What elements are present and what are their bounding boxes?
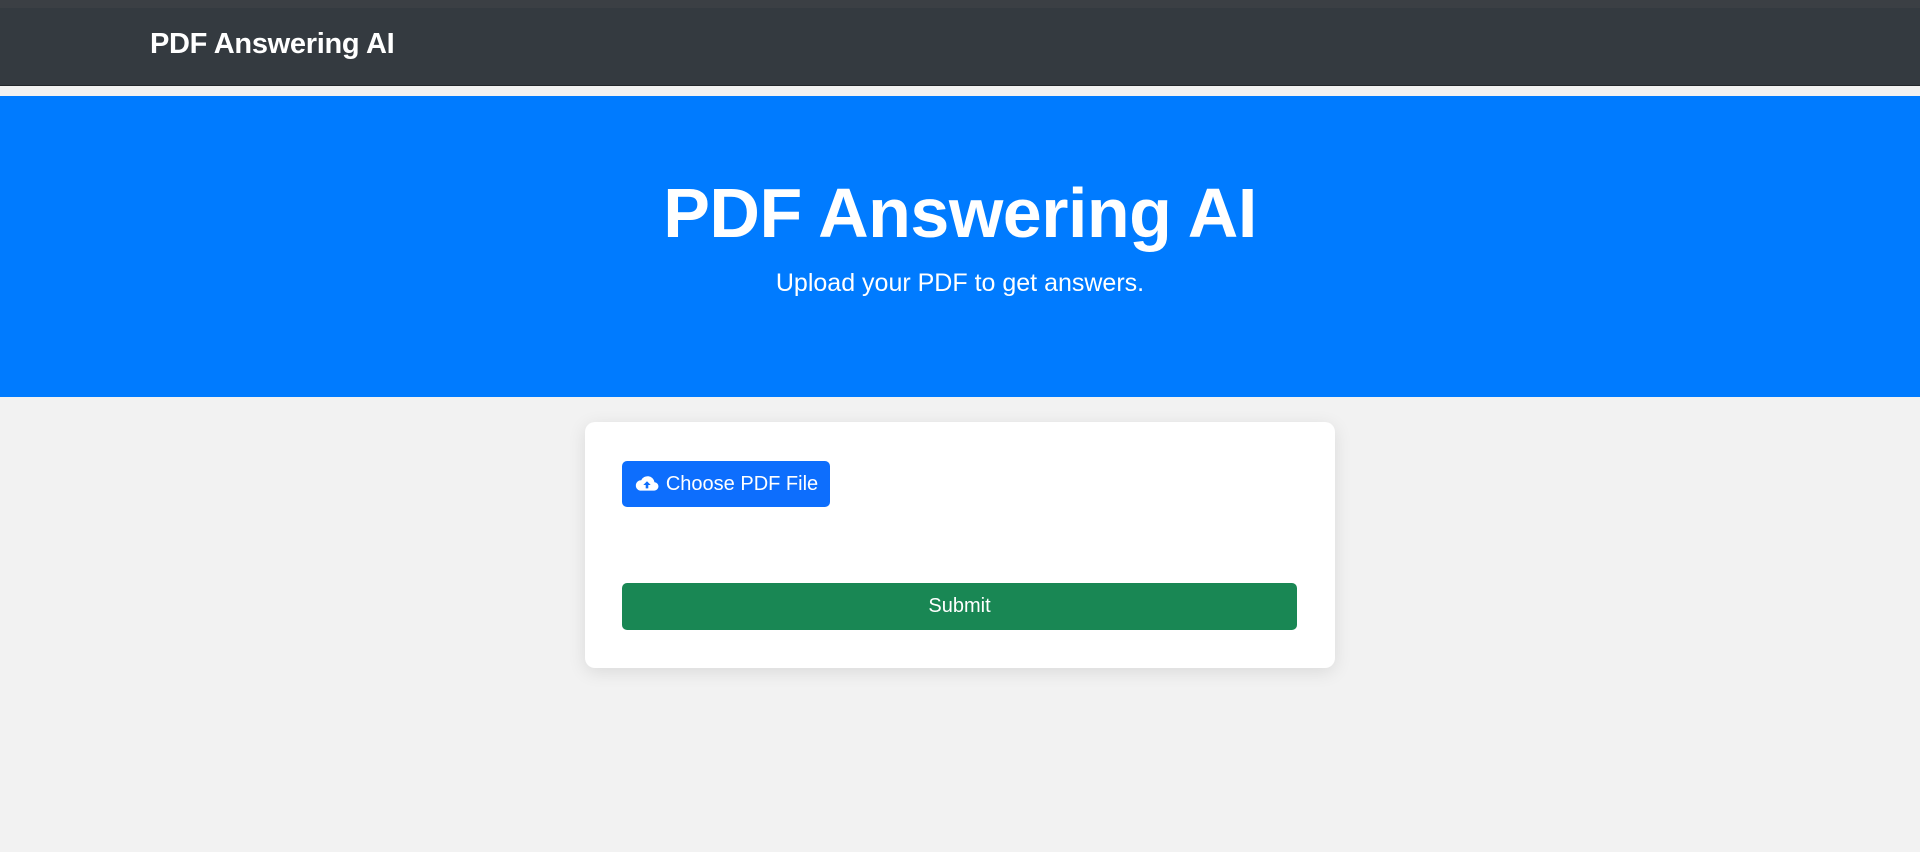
submit-button[interactable]: Submit [622, 583, 1297, 630]
navbar: PDF Answering AI [0, 0, 1920, 86]
choose-pdf-button[interactable]: Choose PDF File [622, 461, 830, 507]
choose-pdf-label: Choose PDF File [665, 472, 819, 495]
hero-title: PDF Answering AI [663, 174, 1257, 252]
hero-banner: PDF Answering AI Upload your PDF to get … [0, 96, 1920, 397]
navbar-brand[interactable]: PDF Answering AI [150, 28, 395, 61]
cloud-upload-icon [634, 474, 660, 494]
upload-card: Choose PDF File Submit [585, 422, 1335, 668]
hero-subtitle: Upload your PDF to get answers. [775, 269, 1145, 297]
